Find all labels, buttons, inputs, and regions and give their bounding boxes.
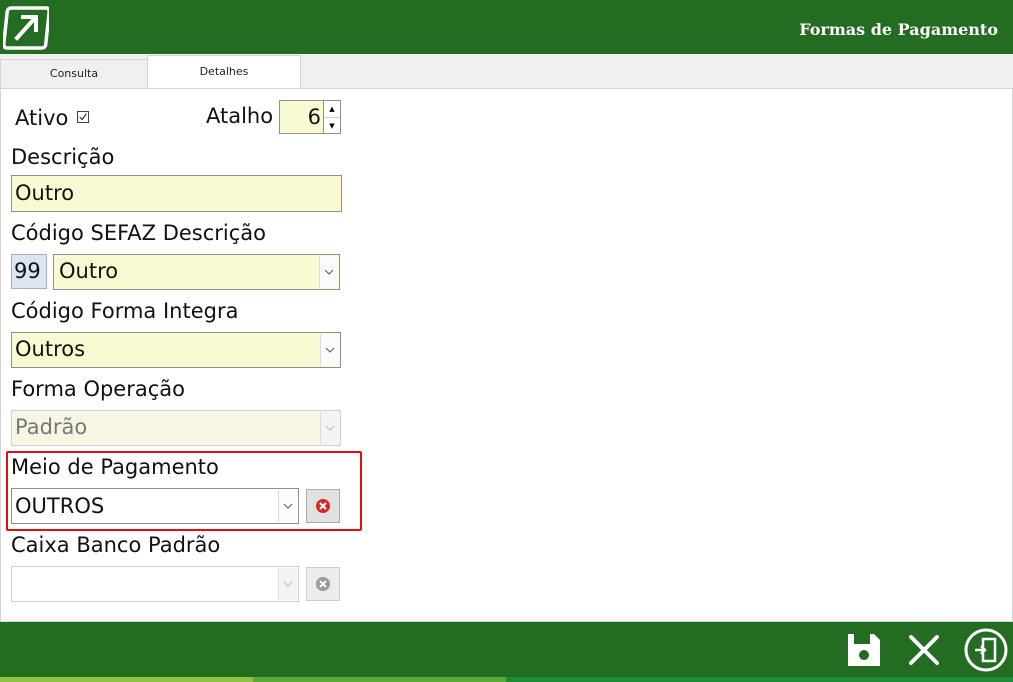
caixa-label: Caixa Banco Padrão [11, 533, 221, 557]
clear-icon [316, 577, 330, 591]
stepper-down-icon[interactable]: ▼ [324, 118, 340, 134]
meio-clear-button[interactable] [306, 489, 340, 523]
integra-label: Código Forma Integra [11, 299, 239, 323]
exit-icon [964, 628, 1008, 672]
stepper-up-icon[interactable]: ▲ [324, 101, 340, 118]
footer-stripe [506, 677, 1013, 682]
chevron-down-icon[interactable] [320, 334, 339, 366]
ativo-label: Ativo [15, 106, 69, 130]
sefaz-code-input[interactable]: 99 [11, 254, 47, 289]
page-title: Formas de Pagamento [799, 20, 998, 39]
cancel-button[interactable] [904, 630, 944, 670]
descricao-label: Descrição [11, 145, 115, 169]
meio-select[interactable]: OUTROS [11, 488, 299, 524]
operacao-label: Forma Operação [11, 377, 185, 401]
operacao-select: Padrão [11, 410, 341, 446]
meio-value: OUTROS [15, 494, 105, 518]
save-icon [848, 634, 880, 666]
caixa-clear-button [306, 567, 340, 601]
cancel-icon [909, 635, 939, 665]
sefaz-description-select[interactable]: Outro [53, 254, 340, 290]
sefaz-description-value: Outro [59, 259, 119, 283]
integra-select[interactable]: Outros [11, 332, 341, 368]
chevron-down-icon [278, 568, 297, 600]
chevron-down-icon[interactable] [319, 256, 338, 288]
checkmark-icon [79, 113, 87, 121]
arrow-logo-icon [3, 6, 49, 50]
integra-value: Outros [15, 337, 86, 361]
exit-button[interactable] [963, 627, 1009, 673]
operacao-value: Padrão [15, 415, 88, 439]
footer-stripe [0, 677, 253, 682]
atalho-label: Atalho [206, 104, 274, 128]
footer-stripe [253, 677, 506, 682]
atalho-input[interactable]: 6 [279, 100, 324, 134]
sefaz-label: Código SEFAZ Descrição [11, 221, 267, 245]
meio-label: Meio de Pagamento [11, 455, 219, 479]
tab-consulta[interactable]: Consulta [0, 59, 148, 88]
tab-detalhes[interactable]: Detalhes [147, 55, 301, 89]
ativo-checkbox[interactable] [77, 111, 89, 123]
chevron-down-icon [320, 412, 339, 444]
title-bar: Formas de Pagamento [0, 0, 1013, 54]
atalho-stepper[interactable]: ▲ ▼ [323, 100, 341, 134]
descricao-input[interactable]: Outro [11, 175, 342, 212]
clear-icon [316, 499, 330, 513]
save-button[interactable] [844, 630, 884, 670]
caixa-select [11, 566, 299, 602]
chevron-down-icon[interactable] [278, 490, 297, 522]
